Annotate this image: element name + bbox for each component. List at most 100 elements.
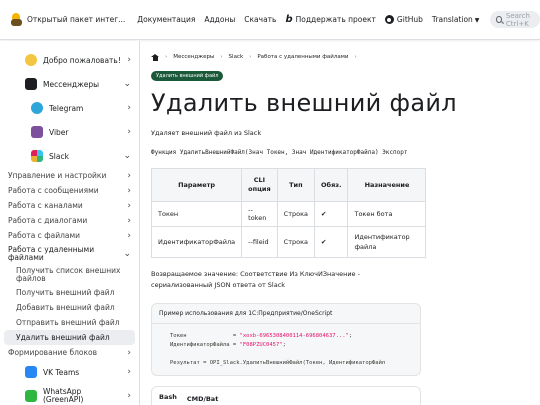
- sidebar-item-blocks[interactable]: Формирование блоков ›: [0, 345, 139, 360]
- code-example: Пример использования для 1С:Предприятие/…: [151, 303, 421, 376]
- breadcrumb-separator: ›: [354, 54, 357, 60]
- home-icon[interactable]: [151, 53, 159, 61]
- return-value: Возвращаемое значение: Соответствие Из К…: [151, 270, 360, 289]
- sidebar-item-slack-dialogs[interactable]: Работа с диалогами ›: [0, 213, 139, 228]
- sidebar-label: Работа с диалогами: [8, 216, 88, 225]
- sidebar-item-slack-files[interactable]: Работа с файлами ›: [0, 228, 139, 243]
- sidebar-label: Получить список внешних файлов: [16, 266, 121, 283]
- code-string: "F08PZUC0457": [239, 342, 283, 348]
- required-check-icon: ✔: [313, 226, 349, 258]
- tab-cmd[interactable]: CMD/Bat: [187, 395, 218, 405]
- table-row: Токен --token Строка ✔ Токен бота: [150, 201, 427, 227]
- sidebar-label: VK Teams: [43, 367, 80, 377]
- sidebar-item-slack-settings[interactable]: Управление и настройки ›: [0, 168, 139, 183]
- nav-addons[interactable]: Аддоны: [204, 15, 235, 24]
- table-header: Обяз.: [313, 168, 349, 202]
- sidebar-item-slack[interactable]: Slack ⌄: [0, 144, 139, 168]
- sidebar-item-remote-files[interactable]: Работа с удаленными файлами ⌄: [0, 243, 139, 265]
- table-cell: Строка: [276, 201, 316, 227]
- boosty-icon: b: [285, 14, 293, 25]
- chevron-right-icon: ›: [127, 103, 131, 113]
- code-block[interactable]: Токен = "xoxb-6965308400114-696804637...…: [152, 324, 420, 375]
- code-example-title: Пример использования для 1С:Предприятие/…: [152, 304, 420, 324]
- code-text: ;: [348, 333, 353, 339]
- sidebar-label: Отправить внешний файл: [16, 318, 120, 327]
- sidebar-label: Работа с файлами: [8, 231, 80, 240]
- sidebar-item-get-remote[interactable]: Получить внешний файл: [0, 285, 139, 300]
- sidebar-item-slack-channels[interactable]: Работа с каналами ›: [0, 198, 139, 213]
- function-signature: Функция УдалитьВнешнийФайл(Знач Токен, З…: [151, 149, 408, 156]
- sidebar-item-welcome[interactable]: Добро пожаловать! ›: [0, 48, 139, 72]
- breadcrumb-item[interactable]: Мессенджеры: [173, 54, 214, 60]
- sidebar-label: Работа с сообщениями: [8, 186, 99, 195]
- navbar: Открытый пакет интег... Документация Адд…: [0, 0, 540, 40]
- sidebar-item-messengers[interactable]: Мессенджеры ⌄: [0, 72, 139, 96]
- sidebar-label: Viber: [49, 127, 69, 137]
- chevron-right-icon: ›: [127, 55, 131, 65]
- sidebar-item-add-remote[interactable]: Добавить внешний файл: [0, 300, 139, 315]
- chevron-right-icon: ›: [127, 347, 131, 358]
- breadcrumb-item[interactable]: Slack: [229, 54, 244, 60]
- sidebar-label: Добавить внешний файл: [16, 303, 115, 312]
- wave-hand-icon: [25, 54, 37, 66]
- nav-download[interactable]: Скачать: [244, 15, 276, 24]
- table-cell: Строка: [276, 226, 316, 258]
- whatsapp-icon: [25, 390, 37, 402]
- chevron-down-icon: ⌄: [123, 151, 131, 161]
- chevron-right-icon: ›: [127, 391, 131, 401]
- brand-link[interactable]: Открытый пакет интег...: [11, 13, 125, 26]
- sidebar-label: файлами: [8, 253, 44, 262]
- sidebar-label: Управление и настройки: [8, 171, 107, 180]
- sidebar-label: Telegram: [49, 103, 84, 113]
- nav-donate[interactable]: b Поддержать проект: [285, 14, 375, 25]
- breadcrumb-item[interactable]: Работа с удаленными файлами: [257, 54, 348, 60]
- code-text: ;: [282, 342, 286, 348]
- search-button[interactable]: Search Ctrl+K: [490, 11, 540, 28]
- sidebar-item-slack-messages[interactable]: Работа с сообщениями ›: [0, 183, 139, 198]
- chevron-right-icon: ›: [127, 185, 131, 196]
- table-header: CLI опция: [241, 168, 278, 202]
- sidebar-item-whatsapp[interactable]: WhatsApp (GreenAPI) ›: [0, 384, 139, 405]
- chevron-right-icon: ›: [127, 215, 131, 226]
- search-icon: [496, 16, 502, 23]
- sidebar-label: Slack: [49, 151, 69, 161]
- caret-down-icon: ▼: [474, 17, 480, 24]
- sidebar-item-viber[interactable]: Viber ›: [0, 120, 139, 144]
- chevron-right-icon: ›: [127, 200, 131, 211]
- breadcrumb-separator: ›: [165, 54, 168, 60]
- sidebar-label: Добро пожаловать!: [43, 55, 121, 65]
- breadcrumb-separator: ›: [249, 54, 252, 60]
- github-label: GitHub: [396, 15, 423, 24]
- logo-icon: [11, 13, 22, 26]
- brand-title: Открытый пакет интег...: [27, 15, 126, 24]
- sidebar-item-telegram[interactable]: Telegram ›: [0, 96, 139, 120]
- breadcrumb-separator: ›: [220, 54, 223, 60]
- chevron-down-icon: ⌄: [123, 249, 131, 259]
- breadcrumb: › Мессенджеры › Slack › Работа с удаленн…: [151, 52, 540, 62]
- github-icon: [384, 15, 394, 24]
- parameters-table: Параметр CLI опция Тип Обяз. Назначение …: [150, 168, 427, 258]
- current-page-badge: Удалить внешний файл: [151, 71, 224, 81]
- table-header-row: Параметр CLI опция Тип Обяз. Назначение: [150, 168, 427, 202]
- chevron-right-icon: ›: [127, 367, 131, 377]
- table-header: Тип: [276, 168, 316, 202]
- sidebar-item-delete-remote[interactable]: Удалить внешний файл: [4, 330, 135, 345]
- required-check-icon: ✔: [313, 201, 349, 227]
- viber-icon: [31, 126, 43, 138]
- page-title: Удалить внешний файл: [151, 89, 457, 117]
- nav-docs[interactable]: Документация: [137, 15, 195, 24]
- sidebar-label: Получить внешний файл: [16, 288, 115, 297]
- page-description: Удаляет внешний файл из Slack: [151, 129, 262, 137]
- table-cell: --token: [241, 201, 278, 227]
- chevron-down-icon: ⌄: [123, 79, 131, 89]
- nav-github[interactable]: GitHub: [384, 15, 423, 24]
- translation-dropdown[interactable]: Translation ▼: [432, 15, 480, 24]
- donate-label: Поддержать проект: [295, 15, 376, 24]
- sidebar-item-list-remote[interactable]: Получить список внешних файлов: [0, 265, 139, 285]
- tab-bash[interactable]: Bash: [159, 393, 177, 405]
- search-placeholder: Search Ctrl+K: [505, 11, 530, 28]
- sidebar-item-send-remote[interactable]: Отправить внешний файл: [0, 315, 139, 330]
- sidebar-item-vk[interactable]: VK Teams ›: [0, 360, 139, 384]
- table-cell: Токен бота: [347, 201, 427, 227]
- table-header: Параметр: [150, 168, 243, 202]
